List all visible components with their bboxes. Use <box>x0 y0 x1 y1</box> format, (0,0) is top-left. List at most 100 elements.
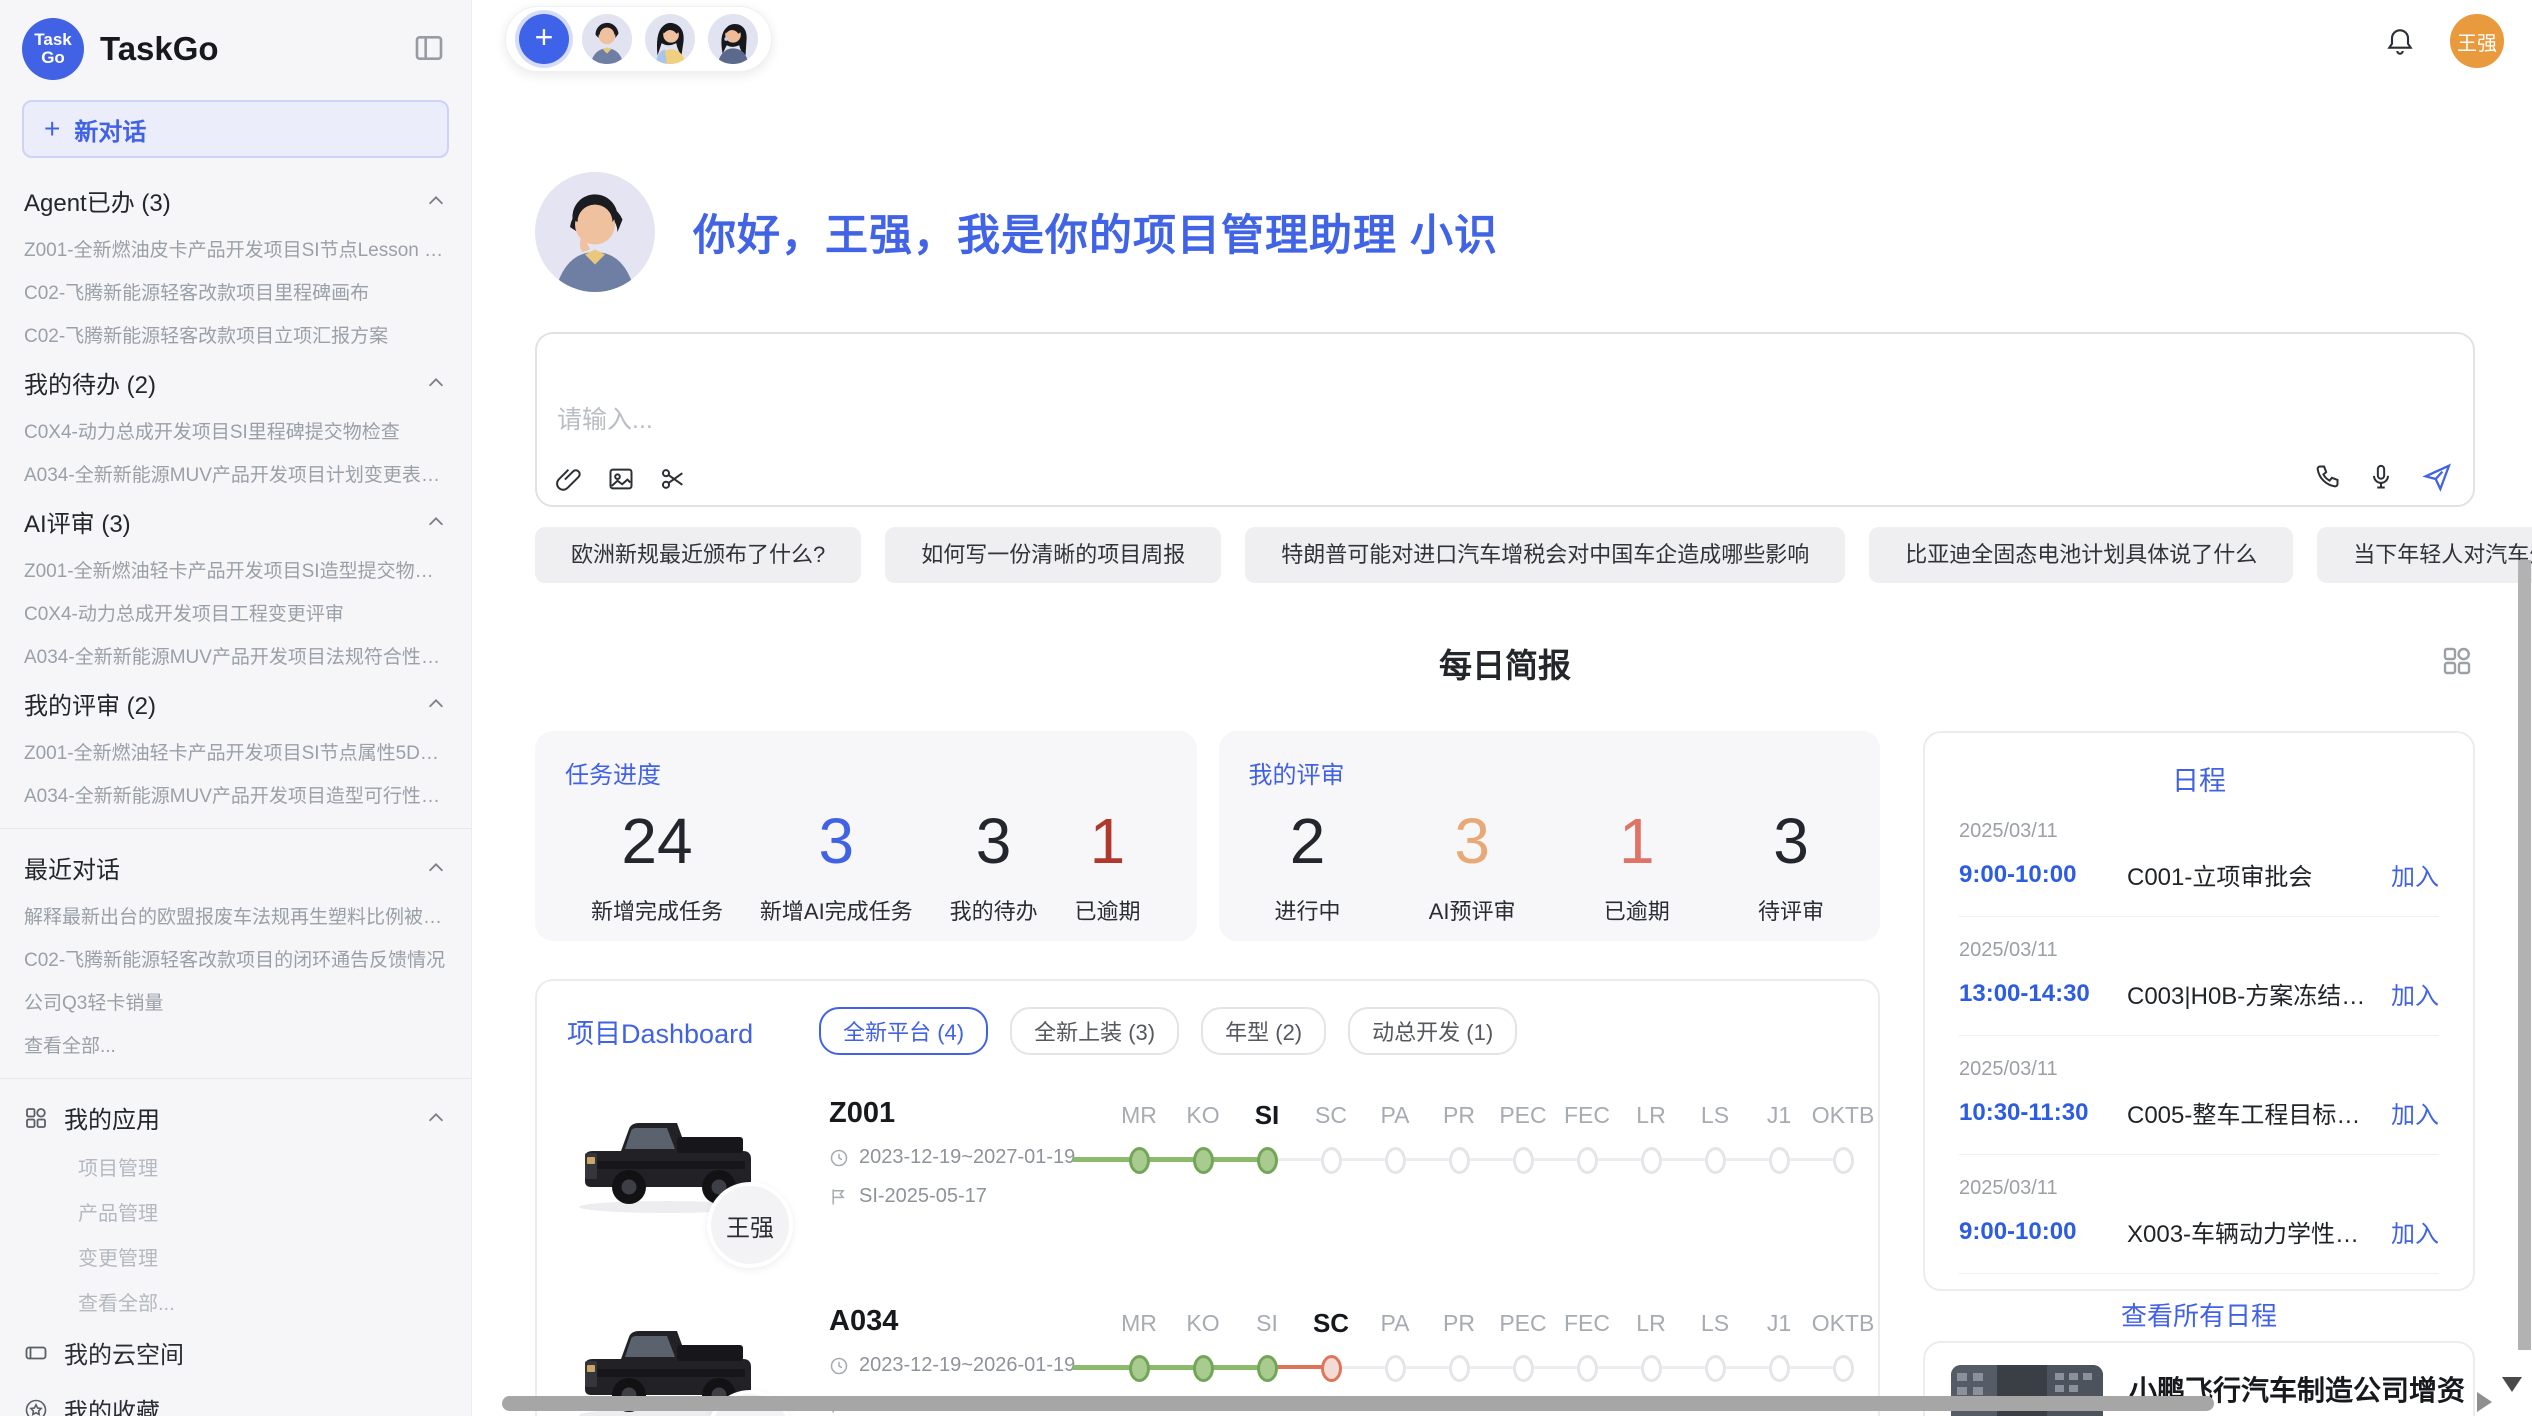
my-apps-label: 我的应用 <box>64 1100 409 1135</box>
agent-avatar-3[interactable] <box>708 14 758 64</box>
sidebar-item[interactable]: C02-飞腾新能源轻客改款项目立项汇报方案 <box>0 313 471 356</box>
image-button[interactable] <box>607 465 635 493</box>
schedule-item: 2025/03/1113:00-14:30C003|H0B-方案冻结评审加入 <box>1959 917 2439 1036</box>
sidebar-item[interactable]: 解释最新出台的欧盟报废车法规再生塑料比例被调至15%... <box>0 894 471 937</box>
logo-line1: Task <box>34 31 72 49</box>
view-all-schedule-link[interactable]: 查看所有日程 <box>1959 1296 2439 1333</box>
dashboard-title: 项目Dashboard <box>567 1012 753 1051</box>
send-button[interactable] <box>2421 461 2453 493</box>
notification-bell-button[interactable] <box>2384 25 2416 57</box>
milestone-dot <box>1193 1355 1214 1382</box>
schedule-event-title: X003-车辆动力学性能验... <box>2127 1214 2375 1249</box>
metric-value: 3 <box>950 798 1038 884</box>
sidebar: Task Go TaskGo + 新对话 Agent已办 (3)Z001-全新燃… <box>0 0 472 1416</box>
sidebar-section-header[interactable]: 我的评审 (2) <box>0 677 471 730</box>
milestone: FEC <box>1555 1305 1619 1385</box>
apps-grid-button[interactable] <box>2441 645 2473 680</box>
sidebar-subitem[interactable]: 变更管理 <box>0 1234 471 1279</box>
chat-input-card[interactable] <box>535 332 2475 507</box>
metrics-row: 24新增完成任务3新增AI完成任务3我的待办1已逾期 <box>565 798 1167 926</box>
project-flag-text: SI-2025-05-17 <box>859 1185 987 1208</box>
join-link[interactable]: 加入 <box>2391 1214 2439 1249</box>
schedule-items: 2025/03/119:00-10:00C001-立项审批会加入2025/03/… <box>1959 798 2439 1274</box>
sidebar-section-header[interactable]: AI评审 (3) <box>0 495 471 548</box>
sidebar-item-my-apps[interactable]: 我的应用 <box>0 1091 471 1144</box>
dashboard-filter[interactable]: 年型 (2) <box>1201 1007 1326 1055</box>
logo-line2: Go <box>41 49 65 67</box>
chat-input[interactable] <box>557 406 1457 435</box>
sidebar-item[interactable]: C0X4-动力总成开发项目SI里程碑提交物检查 <box>0 409 471 452</box>
sidebar-header: Task Go TaskGo <box>0 0 471 86</box>
chevron-up-icon <box>425 693 447 715</box>
suggestion-chip[interactable]: 特朗普可能对进口汽车增税会对中国车企造成哪些影响 <box>1245 527 1845 583</box>
horizontal-scrollbar[interactable] <box>502 1396 2214 1411</box>
schedule-event-title: C003|H0B-方案冻结评审 <box>2127 976 2375 1011</box>
sidebar-item[interactable]: A034-全新新能源MUV产品开发项目造型可行性评审 <box>0 773 471 816</box>
sidebar-subitem[interactable]: 查看全部... <box>0 1279 471 1324</box>
suggestion-chip[interactable]: 如何写一份清晰的项目周报 <box>885 527 1221 583</box>
milestone-dot <box>1129 1147 1150 1174</box>
project-car-image: 王强 <box>567 1095 767 1224</box>
sidebar-item[interactable]: 查看全部... <box>0 1023 471 1066</box>
section-title: 我的待办 (2) <box>24 365 156 400</box>
sidebar-item[interactable]: Z001-全新燃油轻卡产品开发项目SI造型提交物评审 <box>0 548 471 591</box>
milestone: LR <box>1619 1305 1683 1385</box>
sidebar-item[interactable]: C02-飞腾新能源轻客改款项目的闭环通告反馈情况 <box>0 937 471 980</box>
milestone-timeline: MRKOSISCPAPRPECFECLRLSJ1OKTB <box>1107 1305 1875 1385</box>
project-code: A034 <box>829 1305 1097 1338</box>
sidebar-item[interactable]: 公司Q3轻卡销量 <box>0 980 471 1023</box>
chevron-up-icon <box>425 857 447 879</box>
metric-label: 待评审 <box>1758 894 1824 926</box>
topbar-right: 王强 <box>2384 14 2504 68</box>
scroll-right-arrow-icon[interactable] <box>2477 1392 2492 1412</box>
dashboard-filter[interactable]: 全新上装 (3) <box>1010 1007 1179 1055</box>
vertical-scrollbar[interactable] <box>2518 560 2531 1350</box>
sidebar-section-header[interactable]: Agent已办 (3) <box>0 174 471 227</box>
milestone-dot <box>1321 1355 1342 1382</box>
milestone-dot <box>1769 1147 1790 1174</box>
sidebar-item[interactable]: C0X4-动力总成开发项目工程变更评审 <box>0 591 471 634</box>
suggestion-chip[interactable]: 比亚迪全固态电池计划具体说了什么 <box>1869 527 2293 583</box>
agent-avatar-2[interactable] <box>645 14 695 64</box>
dashboard-filter[interactable]: 动总开发 (1) <box>1348 1007 1517 1055</box>
new-chat-button[interactable]: + 新对话 <box>22 100 449 158</box>
sidebar-collapse-button[interactable] <box>409 29 449 69</box>
milestone-timeline: MRKOSISCPAPRPECFECLRLSJ1OKTB <box>1107 1097 1875 1177</box>
attach-button[interactable] <box>555 465 583 493</box>
metric: 1已逾期 <box>1604 798 1670 926</box>
sidebar-item[interactable]: A034-全新新能源MUV产品开发项目计划变更表编写 <box>0 452 471 495</box>
milestone-label: SI <box>1235 1097 1299 1133</box>
app-root: Task Go TaskGo + 新对话 Agent已办 (3)Z001-全新燃… <box>0 0 2532 1416</box>
milestone-label: LR <box>1619 1097 1683 1133</box>
sidebar-section-header[interactable]: 我的待办 (2) <box>0 356 471 409</box>
milestone: SC <box>1299 1305 1363 1385</box>
join-link[interactable]: 加入 <box>2391 1095 2439 1130</box>
sidebar-link[interactable]: 我的云空间 <box>0 1324 471 1381</box>
join-link[interactable]: 加入 <box>2391 976 2439 1011</box>
voice-call-button[interactable] <box>2313 463 2341 491</box>
sidebar-item[interactable]: A034-全新新能源MUV产品开发项目法规符合性评审 <box>0 634 471 677</box>
sidebar-link[interactable]: 我的收藏 <box>0 1381 471 1416</box>
sidebar-item[interactable]: Z001-全新燃油皮卡产品开发项目SI节点Lesson Learn报告 <box>0 227 471 270</box>
agent-avatar-1[interactable] <box>582 14 632 64</box>
milestone-dot <box>1577 1147 1598 1174</box>
project-list: 王强Z0012023-12-19~2027-01-19SI-2025-05-17… <box>567 1095 1848 1416</box>
add-agent-button[interactable]: + <box>519 14 569 64</box>
user-avatar[interactable]: 王强 <box>2450 14 2504 68</box>
scroll-down-arrow-icon[interactable] <box>2502 1377 2522 1392</box>
suggestion-chip[interactable]: 当下年轻人对汽车外观有怎样的喜好趋势 <box>2317 527 2532 583</box>
milestone-label: LR <box>1619 1305 1683 1341</box>
sidebar-subitem[interactable]: 项目管理 <box>0 1144 471 1189</box>
microphone-button[interactable] <box>2367 463 2395 491</box>
join-link[interactable]: 加入 <box>2391 857 2439 892</box>
project-row[interactable]: 王强Z0012023-12-19~2027-01-19SI-2025-05-17… <box>567 1095 1848 1263</box>
milestone: PEC <box>1491 1097 1555 1177</box>
sidebar-item[interactable]: Z001-全新燃油轻卡产品开发项目SI节点属性5D文件评审 <box>0 730 471 773</box>
dashboard-filter[interactable]: 全新平台 (4) <box>819 1007 988 1055</box>
sidebar-section-header[interactable]: 最近对话 <box>0 841 471 894</box>
sidebar-subitem[interactable]: 产品管理 <box>0 1189 471 1234</box>
metric: 3新增AI完成任务 <box>760 798 913 926</box>
sidebar-item[interactable]: C02-飞腾新能源轻客改款项目里程碑画布 <box>0 270 471 313</box>
scissors-button[interactable] <box>659 465 687 493</box>
suggestion-chip[interactable]: 欧洲新规最近颁布了什么? <box>535 527 861 583</box>
